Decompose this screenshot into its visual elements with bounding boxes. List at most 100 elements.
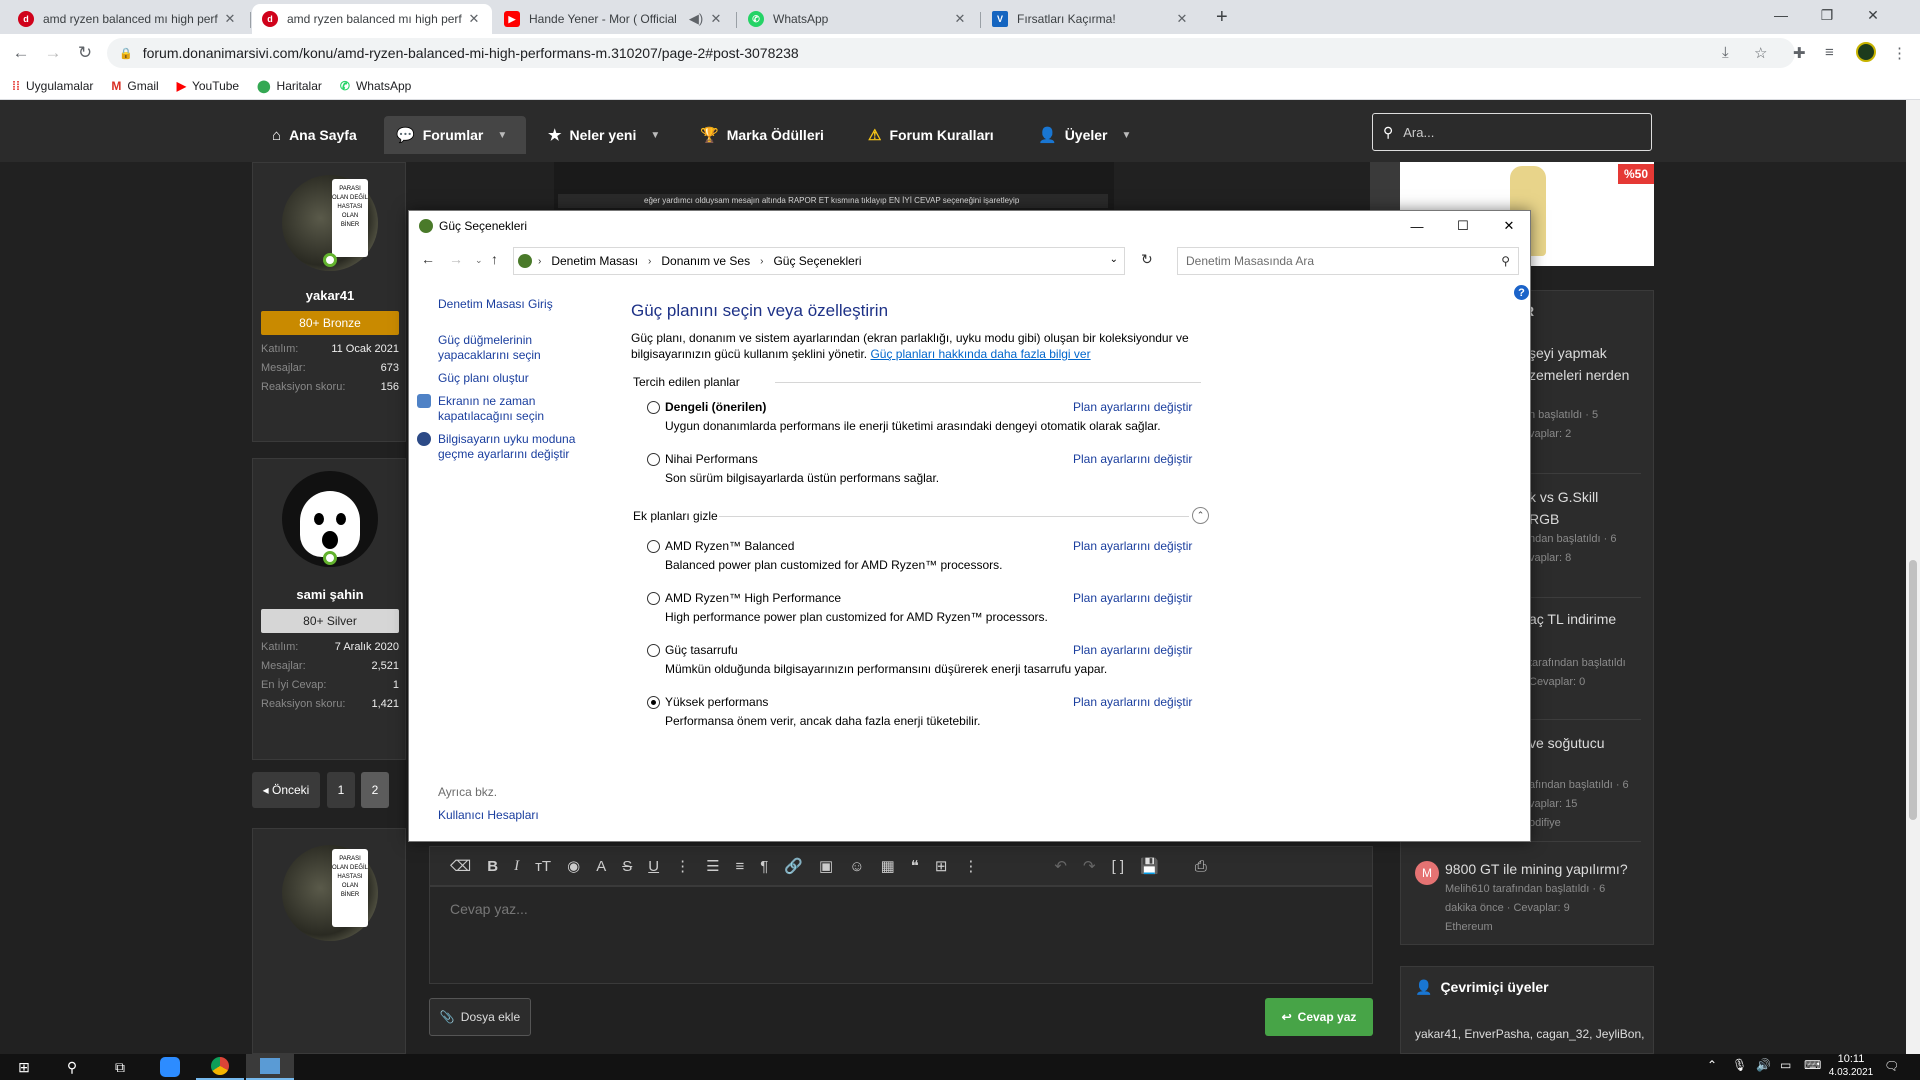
hide-extra-plans-toggle[interactable]: Ek planları gizle xyxy=(633,509,718,523)
text-size-icon[interactable]: тT xyxy=(535,858,551,875)
font-icon[interactable]: A xyxy=(596,858,606,875)
plan-name[interactable]: Nihai Performans xyxy=(665,452,758,466)
attach-file-button[interactable]: 📎 Dosya ekle xyxy=(429,998,531,1036)
underline-icon[interactable]: U xyxy=(648,858,659,875)
plan-radio[interactable] xyxy=(647,401,660,414)
nav-whats-new[interactable]: ★ Neler yeni ▼ xyxy=(536,116,672,154)
breadcrumb-item[interactable]: Denetim Masası xyxy=(551,254,638,268)
thread-title[interactable]: şeyi yapmak xyxy=(1529,345,1607,361)
reload-icon[interactable]: ↻ xyxy=(72,40,98,66)
bookmark-maps[interactable]: ⬤ Haritalar xyxy=(257,79,322,93)
minimize-icon[interactable]: — xyxy=(1394,211,1440,241)
close-tab-icon[interactable]: ✕ xyxy=(222,11,238,27)
link-control-panel-home[interactable]: Denetim Masası Giriş xyxy=(438,297,598,312)
change-plan-settings-link[interactable]: Plan ayarlarını değiştir xyxy=(1073,643,1192,657)
minimize-icon[interactable]: — xyxy=(1758,0,1804,30)
submit-reply-button[interactable]: ↩ Cevap yaz xyxy=(1265,998,1373,1036)
collapse-chevron-icon[interactable]: ⌃ xyxy=(1192,507,1209,524)
clock-date[interactable]: 4.03.2021 xyxy=(1826,1067,1876,1078)
start-windows-icon[interactable]: ⊞ xyxy=(0,1054,48,1080)
search-icon[interactable]: ⚲ xyxy=(48,1054,96,1080)
learn-more-link[interactable]: Güç planları hakkında daha fazla bilgi v… xyxy=(870,347,1090,361)
close-tab-icon[interactable]: ✕ xyxy=(708,11,724,27)
change-plan-settings-link[interactable]: Plan ayarlarını değiştir xyxy=(1073,539,1192,553)
task-view-icon[interactable]: ⧉ xyxy=(96,1054,144,1080)
chrome-app-icon[interactable] xyxy=(196,1054,244,1080)
forum-search-input[interactable]: ⚲ Ara... xyxy=(1372,113,1652,151)
browser-tab-active[interactable]: d amd ryzen balanced mı high perf ✕ xyxy=(252,4,492,34)
maximize-icon[interactable]: ☐ xyxy=(1440,211,1486,241)
change-plan-settings-link[interactable]: Plan ayarlarını değiştir xyxy=(1073,400,1192,414)
image-icon[interactable]: ▣ xyxy=(819,857,833,875)
zoom-app-icon[interactable] xyxy=(146,1054,194,1080)
align-icon[interactable]: ≡ xyxy=(736,858,745,875)
italic-icon[interactable]: I xyxy=(514,858,519,875)
notifications-icon[interactable]: 🗨 xyxy=(1884,1059,1899,1073)
reply-textarea[interactable]: Cevap yaz... xyxy=(429,886,1373,984)
palette-icon[interactable]: ◉ xyxy=(567,857,580,875)
recent-chevron-icon[interactable]: ⌄ xyxy=(475,255,483,266)
speaker-icon[interactable]: ◀) xyxy=(688,11,704,27)
thread-title[interactable]: aç TL indirime xyxy=(1529,611,1616,627)
breadcrumb-item[interactable]: Donanım ve Ses xyxy=(661,254,750,268)
online-members-list[interactable]: yakar41, EnverPasha, cagan_32, JeyliBon, xyxy=(1415,1027,1644,1041)
nav-forums[interactable]: 💬 Forumlar ▼ xyxy=(384,116,526,154)
window-titlebar[interactable]: Güç Seçenekleri xyxy=(409,211,1530,241)
scrollbar-thumb[interactable] xyxy=(1909,560,1917,820)
control-panel-app-icon[interactable] xyxy=(246,1054,294,1080)
bbcode-icon[interactable]: [ ] xyxy=(1112,858,1125,875)
bookmark-apps[interactable]: ⁞⁞ Uygulamalar xyxy=(12,79,93,93)
refresh-icon[interactable]: ↻ xyxy=(1141,251,1153,268)
restore-icon[interactable]: ❐ xyxy=(1804,0,1850,30)
thread-title[interactable]: zemeleri nerden xyxy=(1529,367,1629,383)
bookmark-whatsapp[interactable]: ✆ WhatsApp xyxy=(340,79,411,93)
table-icon[interactable]: ⊞ xyxy=(935,857,948,875)
link-icon[interactable]: 🔗 xyxy=(784,857,803,875)
plan-name[interactable]: Güç tasarrufu xyxy=(665,643,738,657)
list-icon[interactable]: ☰ xyxy=(706,857,719,875)
browser-tab[interactable]: V Fırsatları Kaçırma! ✕ xyxy=(982,4,1200,34)
close-tab-icon[interactable]: ✕ xyxy=(466,11,482,27)
close-icon[interactable]: ✕ xyxy=(1486,211,1532,241)
thread-title[interactable]: k vs G.Skill xyxy=(1529,489,1598,505)
new-tab-icon[interactable]: + xyxy=(1216,6,1228,29)
network-icon[interactable]: ▭ xyxy=(1780,1058,1791,1072)
breadcrumb-item[interactable]: Güç Seçenekleri xyxy=(773,254,861,268)
plan-radio-selected[interactable] xyxy=(647,696,660,709)
plan-name[interactable]: AMD Ryzen™ High Performance xyxy=(665,591,841,605)
username[interactable]: yakar41 xyxy=(253,288,407,303)
address-breadcrumb[interactable]: › Denetim Masası › Donanım ve Ses › Güç … xyxy=(513,247,1125,275)
eraser-icon[interactable]: ⌫ xyxy=(450,857,471,875)
link-sleep-settings[interactable]: Bilgisayarın uyku moduna geçme ayarların… xyxy=(417,432,598,462)
plan-name[interactable]: Yüksek performans xyxy=(665,695,768,709)
bookmark-gmail[interactable]: M Gmail xyxy=(111,79,158,93)
link-display-off[interactable]: Ekranın ne zaman kapatılacağını seçin xyxy=(417,394,598,424)
more-icon[interactable]: ⋮ xyxy=(963,857,978,875)
pagination-current-page[interactable]: 2 xyxy=(361,772,389,808)
page-scrollbar[interactable] xyxy=(1906,100,1920,1054)
bold-icon[interactable]: B xyxy=(487,858,498,875)
media-icon[interactable]: ≡ xyxy=(1825,44,1834,61)
undo-icon[interactable]: ↶ xyxy=(1054,857,1067,875)
link-create-power-plan[interactable]: Güç planı oluştur xyxy=(438,371,598,386)
smiley-icon[interactable]: ☺ xyxy=(849,858,864,875)
forward-icon[interactable]: → xyxy=(449,251,463,267)
save-draft-icon[interactable]: 💾 xyxy=(1140,857,1159,875)
chevron-down-icon[interactable]: ▼ xyxy=(1122,130,1132,141)
close-tab-icon[interactable]: ✕ xyxy=(1174,11,1190,27)
nav-home[interactable]: ⌂ Ana Sayfa xyxy=(260,116,369,154)
tray-overflow-icon[interactable]: ⌃ xyxy=(1707,1058,1717,1072)
nav-members[interactable]: 👤 Üyeler ▼ xyxy=(1026,116,1143,154)
strikethrough-icon[interactable]: S xyxy=(622,858,632,875)
volume-icon[interactable]: 🔊 xyxy=(1756,1058,1771,1072)
control-panel-search-input[interactable]: Denetim Masasında Ara ⚲ xyxy=(1177,247,1519,275)
close-tab-icon[interactable]: ✕ xyxy=(952,11,968,27)
profile-avatar[interactable] xyxy=(1856,42,1876,62)
close-window-icon[interactable]: ✕ xyxy=(1850,0,1896,30)
plan-name[interactable]: Dengeli (önerilen) xyxy=(665,400,766,414)
microphone-icon[interactable]: 🎙 xyxy=(1732,1058,1747,1072)
browser-tab[interactable]: d amd ryzen balanced mı high perf ✕ xyxy=(8,4,248,34)
paragraph-icon[interactable]: ¶ xyxy=(760,858,768,875)
up-icon[interactable]: ↑ xyxy=(491,251,498,267)
redo-icon[interactable]: ↷ xyxy=(1083,857,1096,875)
